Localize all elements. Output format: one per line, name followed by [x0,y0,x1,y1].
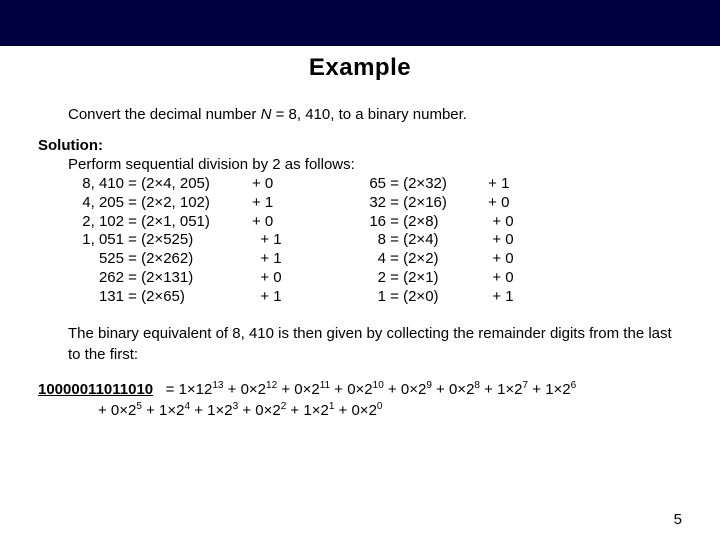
division-row: 1, 051 = (2×525) + 1 [68,231,358,250]
division-row: 131 = (2×65) + 1 [68,288,358,307]
prompt-pre: Convert the decimal number [68,106,261,123]
prompt-post: = 8, 410, to a binary number. [271,106,467,123]
division-col-right: 65 = (2×32) + 132 = (2×16) + 016 = (2×8)… [358,175,578,306]
binary-expansion: 10000011011010 = 1×1213 + 0×212 + 0×211 … [38,379,682,421]
division-row: 32 = (2×16) + 0 [358,194,578,213]
division-row: 8, 410 = (2×4, 205)+ 0 [68,175,358,194]
explanation: The binary equivalent of 8, 410 is then … [68,324,682,365]
division-row: 4 = (2×2) + 0 [358,250,578,269]
page-title: Example [0,46,720,96]
division-columns: 8, 410 = (2×4, 205)+ 04, 205 = (2×2, 102… [38,175,682,306]
division-row: 262 = (2×131) + 0 [68,269,358,288]
division-row: 4, 205 = (2×2, 102)+ 1 [68,194,358,213]
division-row: 2 = (2×1) + 0 [358,269,578,288]
binary-result: 10000011011010 [38,381,153,398]
prompt-var: N [261,106,272,123]
title-bar [0,0,720,46]
problem-statement: Convert the decimal number N = 8, 410, t… [68,106,682,123]
content: Convert the decimal number N = 8, 410, t… [0,96,720,421]
solution-heading: Solution: [38,137,682,154]
page-number: 5 [674,511,682,528]
division-row: 2, 102 = (2×1, 051)+ 0 [68,213,358,232]
solution-lead: Perform sequential division by 2 as foll… [68,156,682,173]
division-col-left: 8, 410 = (2×4, 205)+ 04, 205 = (2×2, 102… [68,175,358,306]
division-row: 525 = (2×262) + 1 [68,250,358,269]
division-row: 8 = (2×4) + 0 [358,231,578,250]
division-row: 65 = (2×32) + 1 [358,175,578,194]
division-row: 1 = (2×0) + 1 [358,288,578,307]
division-row: 16 = (2×8) + 0 [358,213,578,232]
